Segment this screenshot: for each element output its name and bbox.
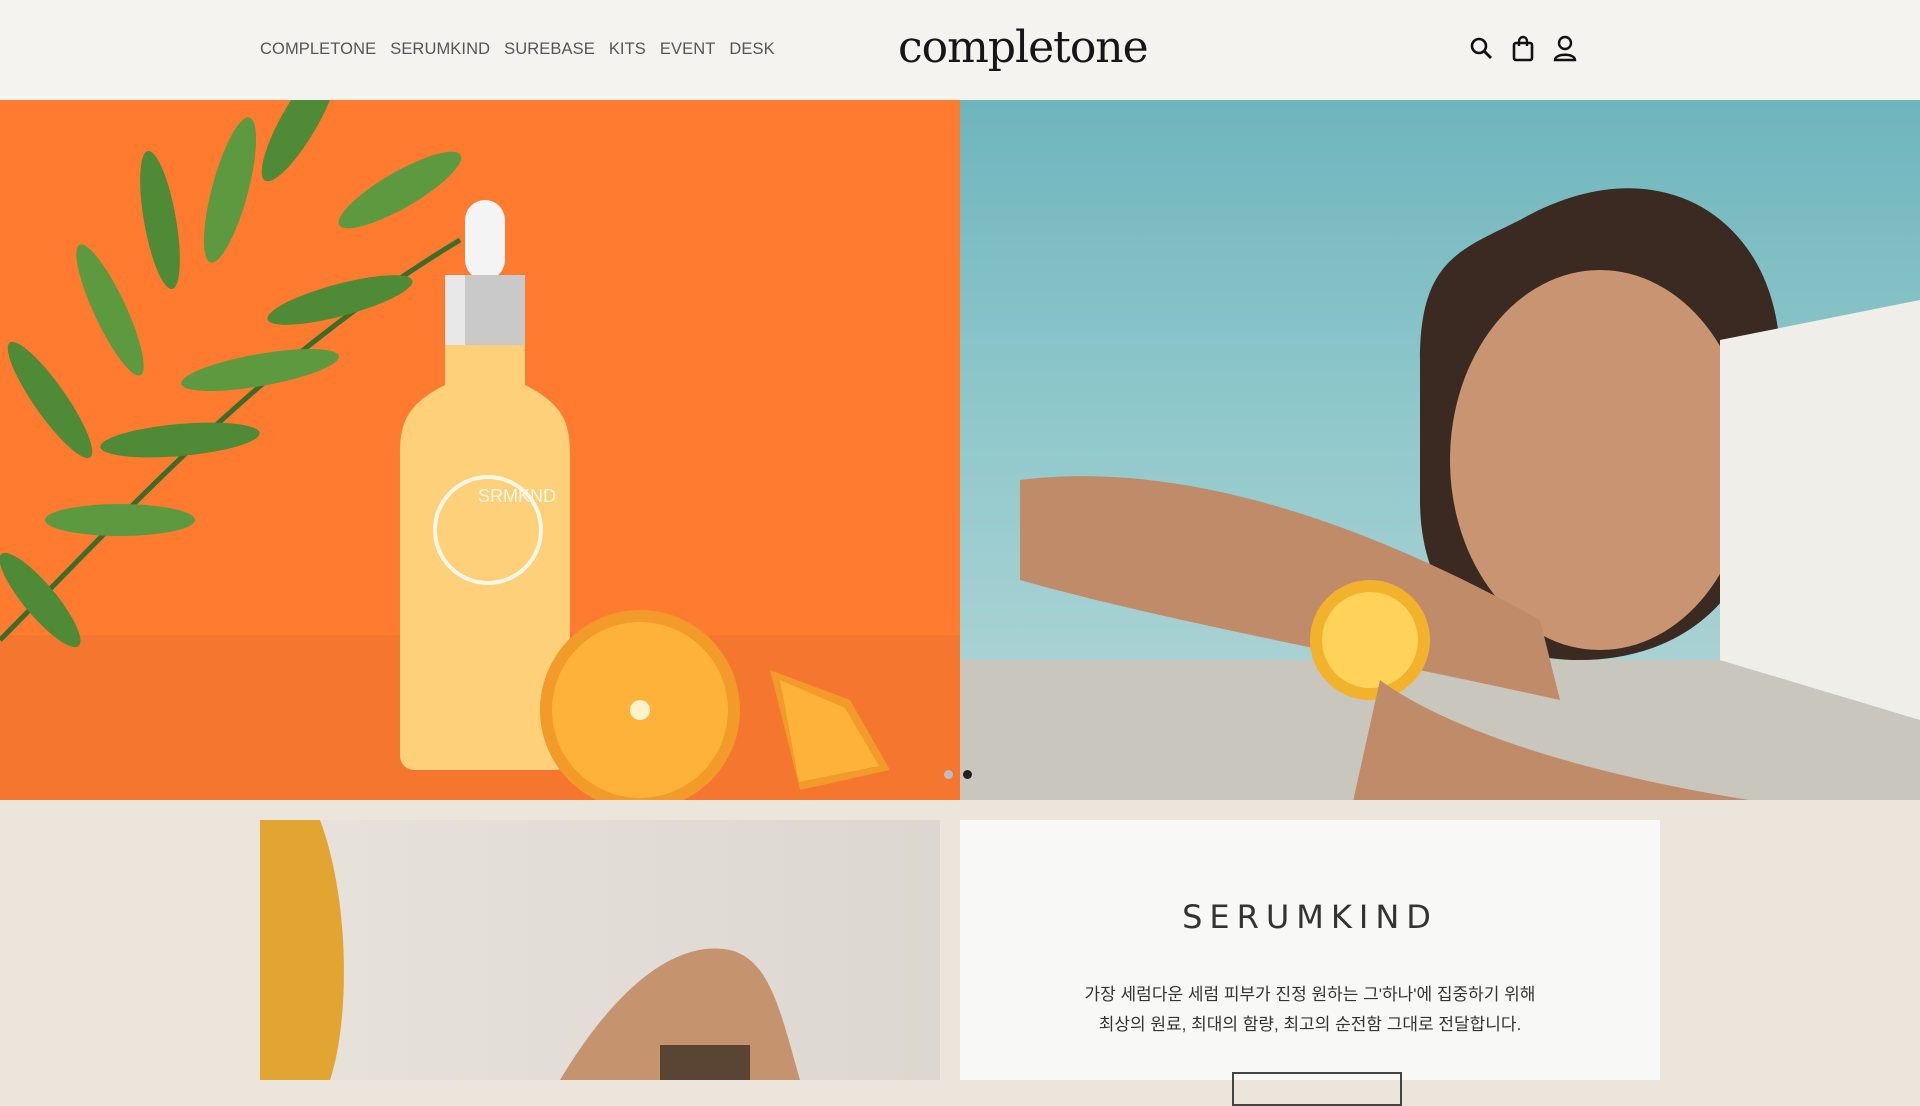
leaf-branch bbox=[0, 100, 462, 648]
feature-illustration bbox=[260, 820, 800, 1080]
site-logo[interactable]: completone bbox=[898, 22, 1158, 73]
shopping-bag-icon[interactable] bbox=[1510, 34, 1536, 62]
panel-desc-line-2: 최상의 원료, 최대의 함량, 최고의 순전함 그대로 전달합니다. bbox=[1098, 1015, 1522, 1034]
site-header: COMPLETONE SERUMKIND SUREBASE KITS EVENT… bbox=[0, 0, 1920, 100]
nav-item-kits[interactable]: KITS bbox=[609, 40, 646, 59]
serumkind-panel: SERUMKIND 가장 세럼다운 세럼 피부가 진정 원하는 그'하나'에 집… bbox=[960, 820, 1660, 1106]
hero-product-illustration: SRMKND bbox=[0, 100, 890, 800]
hero-model-image bbox=[960, 100, 1920, 800]
nav-item-serumkind[interactable]: SERUMKIND bbox=[390, 40, 490, 59]
main-nav: COMPLETONE SERUMKIND SUREBASE KITS EVENT… bbox=[260, 40, 775, 59]
search-icon[interactable] bbox=[1468, 34, 1494, 62]
user-icon[interactable] bbox=[1552, 34, 1578, 62]
panel-desc-line-1: 가장 세럼다운 세럼 피부가 진정 원하는 그'하나'에 집중하기 위해 bbox=[1084, 985, 1536, 1004]
model-illustration bbox=[960, 188, 1920, 800]
slide-dot-2[interactable] bbox=[963, 770, 972, 779]
orange-slices bbox=[540, 610, 890, 800]
feature-image bbox=[260, 820, 940, 1080]
nav-item-event[interactable]: EVENT bbox=[660, 40, 716, 59]
header-icons bbox=[1468, 34, 1578, 62]
nav-item-surebase[interactable]: SUREBASE bbox=[504, 40, 595, 59]
bottle-label: SRMKND bbox=[478, 486, 556, 506]
hero-slider: SRMKND bbox=[0, 100, 1920, 800]
panel-more-button[interactable] bbox=[1232, 1072, 1402, 1106]
panel-description: 가장 세럼다운 세럼 피부가 진정 원하는 그'하나'에 집중하기 위해 최상의… bbox=[960, 980, 1660, 1040]
nav-item-desk[interactable]: DESK bbox=[729, 40, 774, 59]
slider-pagination bbox=[944, 770, 972, 779]
slide-dot-1[interactable] bbox=[944, 770, 953, 779]
nav-item-completone[interactable]: COMPLETONE bbox=[260, 40, 376, 59]
panel-title: SERUMKIND bbox=[1182, 898, 1438, 936]
hero-product-image: SRMKND bbox=[0, 100, 960, 800]
